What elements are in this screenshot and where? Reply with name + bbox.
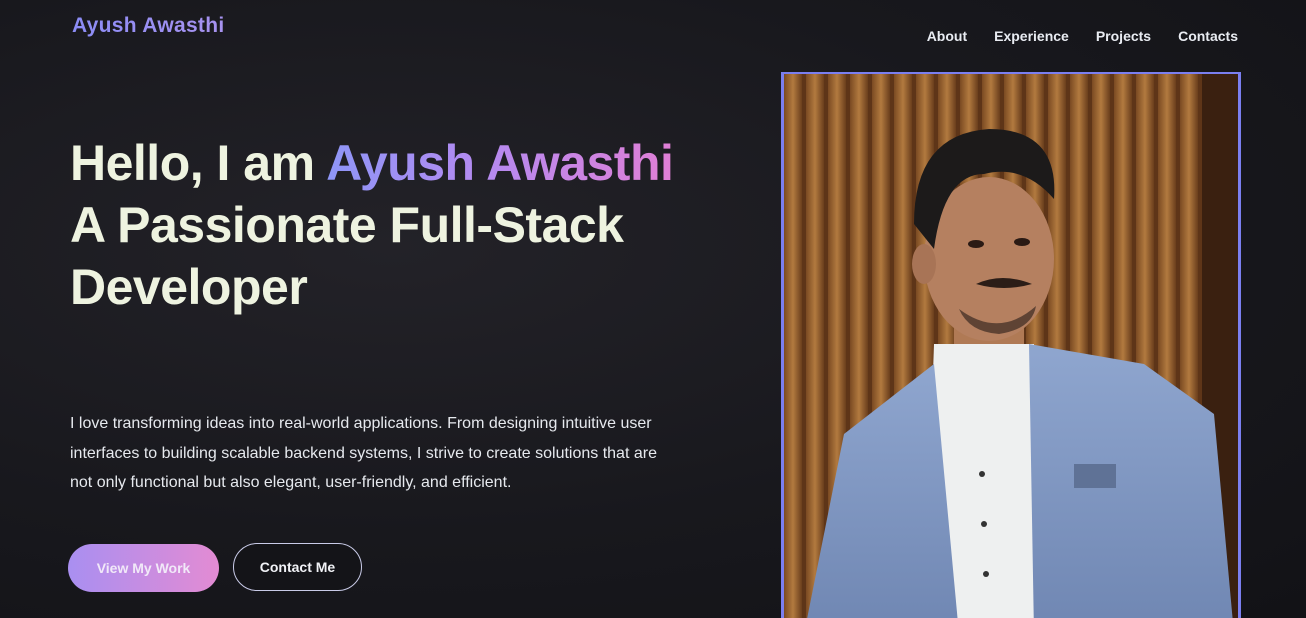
profile-photo bbox=[781, 72, 1241, 618]
portfolio-page: Ayush Awasthi About Experience Projects … bbox=[0, 0, 1306, 618]
nav-link-about[interactable]: About bbox=[927, 28, 967, 44]
nav-link-experience[interactable]: Experience bbox=[994, 28, 1069, 44]
view-my-work-button[interactable]: View My Work bbox=[68, 544, 219, 592]
profile-photo-image bbox=[784, 74, 1238, 618]
nav-link-contacts[interactable]: Contacts bbox=[1178, 28, 1238, 44]
nav-link-projects[interactable]: Projects bbox=[1096, 28, 1151, 44]
main-nav: About Experience Projects Contacts bbox=[927, 28, 1238, 44]
hero-tagline: A Passionate Full-Stack Developer bbox=[70, 197, 624, 315]
hero-greeting: Hello, I am bbox=[70, 135, 327, 191]
hero-name: Ayush Awasthi bbox=[326, 135, 674, 191]
site-logo[interactable]: Ayush Awasthi bbox=[72, 14, 225, 38]
hero-description: I love transforming ideas into real-worl… bbox=[70, 415, 657, 491]
contact-me-button[interactable]: Contact Me bbox=[233, 543, 362, 591]
hero-title: Hello, I am Ayush Awasthi A Passionate Fu… bbox=[70, 132, 710, 318]
